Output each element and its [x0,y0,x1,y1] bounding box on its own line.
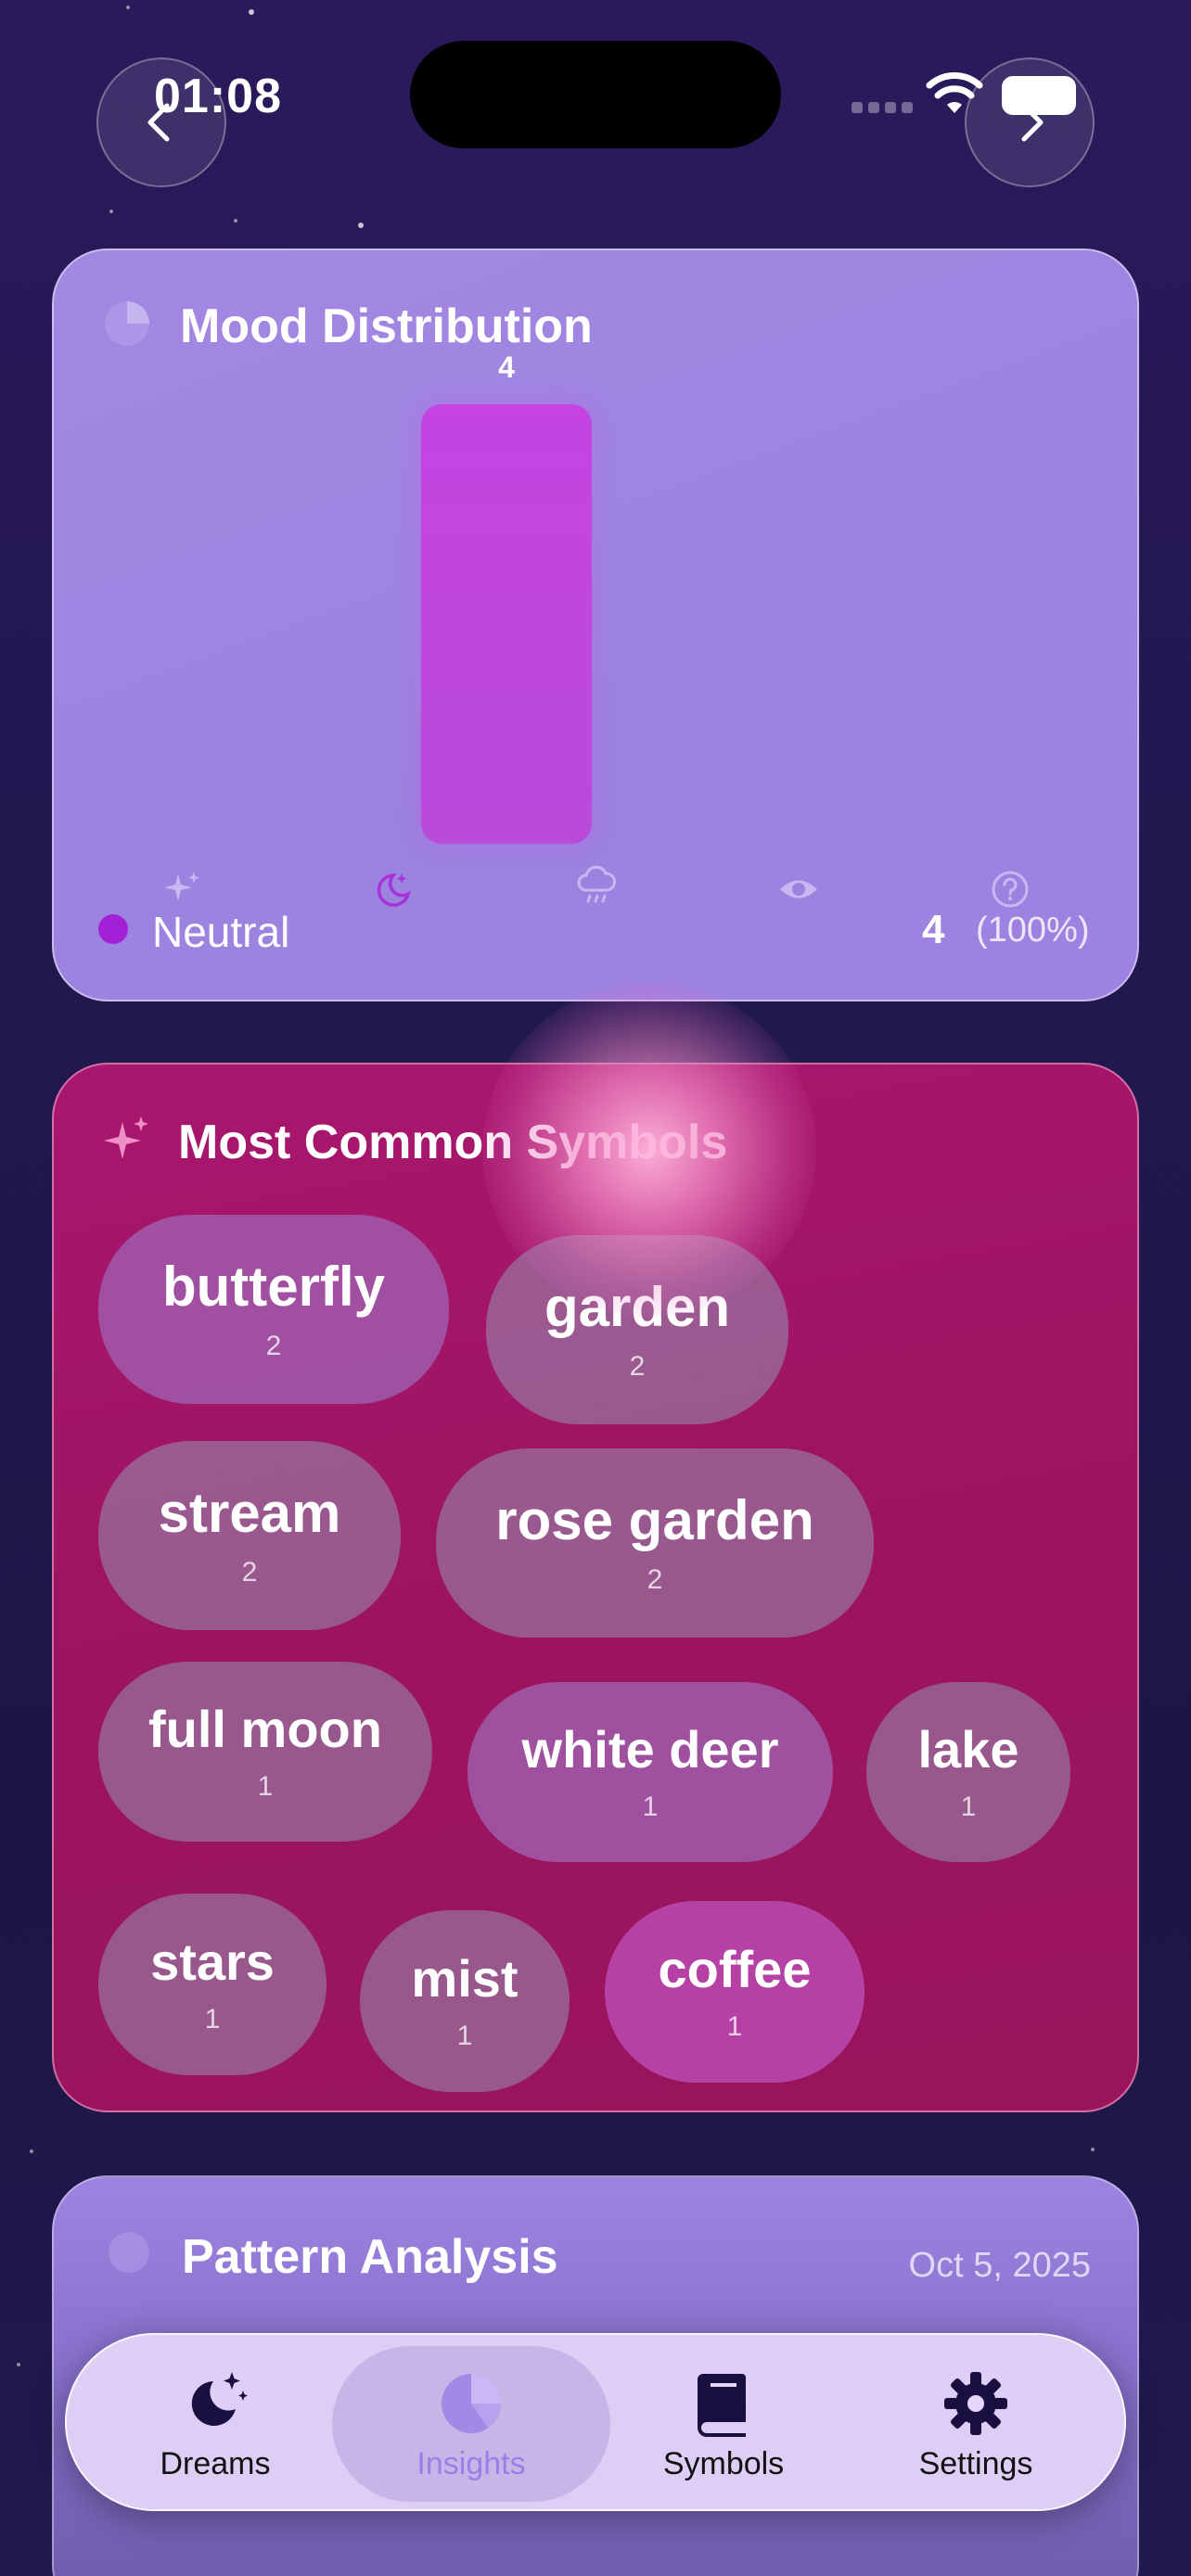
symbol-count: 2 [265,1331,282,1361]
question-icon [992,871,1029,908]
legend-mood-percent: (100%) [976,911,1090,950]
tab-settings[interactable]: Settings [874,2335,1078,2513]
symbol-name: full moon [148,1700,382,1759]
symbol-chip[interactable]: lake 1 [866,1682,1070,1862]
tab-bar: Dreams Insights Symbols Settings [65,2333,1126,2511]
symbol-count: 2 [647,1564,663,1595]
symbol-count: 1 [726,2010,743,2042]
star-decoration [358,223,364,228]
symbol-name: mist [411,1949,519,2009]
mood-distribution-card: Mood Distribution 4 Neutral 4 (100%) [52,249,1139,1001]
legend-mood-count: 4 [922,907,945,952]
symbol-count: 1 [960,1791,977,1822]
tab-label: Dreams [160,2445,271,2481]
pattern-date: Oct 5, 2025 [908,2246,1091,2285]
moon-stars-icon [377,874,411,907]
symbol-name: butterfly [162,1256,385,1318]
tab-symbols[interactable]: Symbols [621,2335,826,2513]
eye-icon [780,880,817,899]
tab-label: Insights [416,2445,526,2481]
book-icon [698,2373,746,2437]
sparkles-icon [104,1116,148,1159]
sparkles-icon [164,872,199,901]
hand-icon [109,2232,149,2273]
symbol-chip[interactable]: coffee 1 [605,1901,864,2083]
star-decoration [126,6,130,9]
tab-label: Symbols [662,2445,785,2481]
symbol-chip[interactable]: stars 1 [98,1894,327,2075]
star-decoration [1091,2148,1095,2151]
chart-bar [421,404,592,844]
symbol-count: 1 [642,1791,659,1822]
pattern-card-title: Pattern Analysis [182,2230,558,2284]
gear-icon [944,2371,1007,2435]
star-decoration [30,2149,33,2153]
symbol-chip[interactable]: stream 2 [98,1441,401,1630]
pie-chart-icon [442,2373,501,2433]
cloud-rain-icon [577,865,616,903]
tab-dreams[interactable]: Dreams [113,2335,317,2513]
symbol-name: stream [158,1482,341,1544]
symbol-chip[interactable]: rose garden 2 [436,1448,874,1638]
moon-stars-icon [191,2371,248,2426]
symbol-count: 2 [629,1351,646,1382]
star-decoration [109,210,113,213]
legend-color-dot [98,914,128,944]
chevron-right-icon [1021,103,1044,142]
star-decoration [249,9,254,15]
glow-decoration [482,983,816,1317]
tab-insights[interactable]: Insights [369,2335,573,2513]
star-decoration [17,2363,20,2366]
symbol-count: 1 [204,2003,221,2034]
previous-button[interactable] [96,57,226,187]
tab-label: Settings [918,2445,1033,2481]
symbol-count: 2 [241,1557,258,1588]
symbol-count: 1 [456,2020,473,2051]
symbol-name: white deer [521,1720,779,1779]
symbol-chip[interactable]: butterfly 2 [98,1215,449,1404]
symbol-count: 1 [257,1770,274,1802]
legend-mood-label: Neutral [152,908,290,956]
chart-bar-value-label: 4 [498,351,515,384]
star-decoration [234,219,237,223]
dynamic-island [410,41,781,148]
next-button[interactable] [965,57,1095,187]
symbol-chip[interactable]: white deer 1 [467,1682,833,1862]
cellular-signal-icon [852,102,913,113]
symbol-name: rose garden [495,1489,814,1551]
symbol-chip[interactable]: full moon 1 [98,1662,432,1842]
chevron-left-icon [147,103,170,142]
symbol-chip[interactable]: mist 1 [360,1910,570,2092]
symbol-name: coffee [658,1940,812,1999]
symbol-name: stars [150,1932,275,1992]
symbol-name: lake [917,1720,1019,1779]
